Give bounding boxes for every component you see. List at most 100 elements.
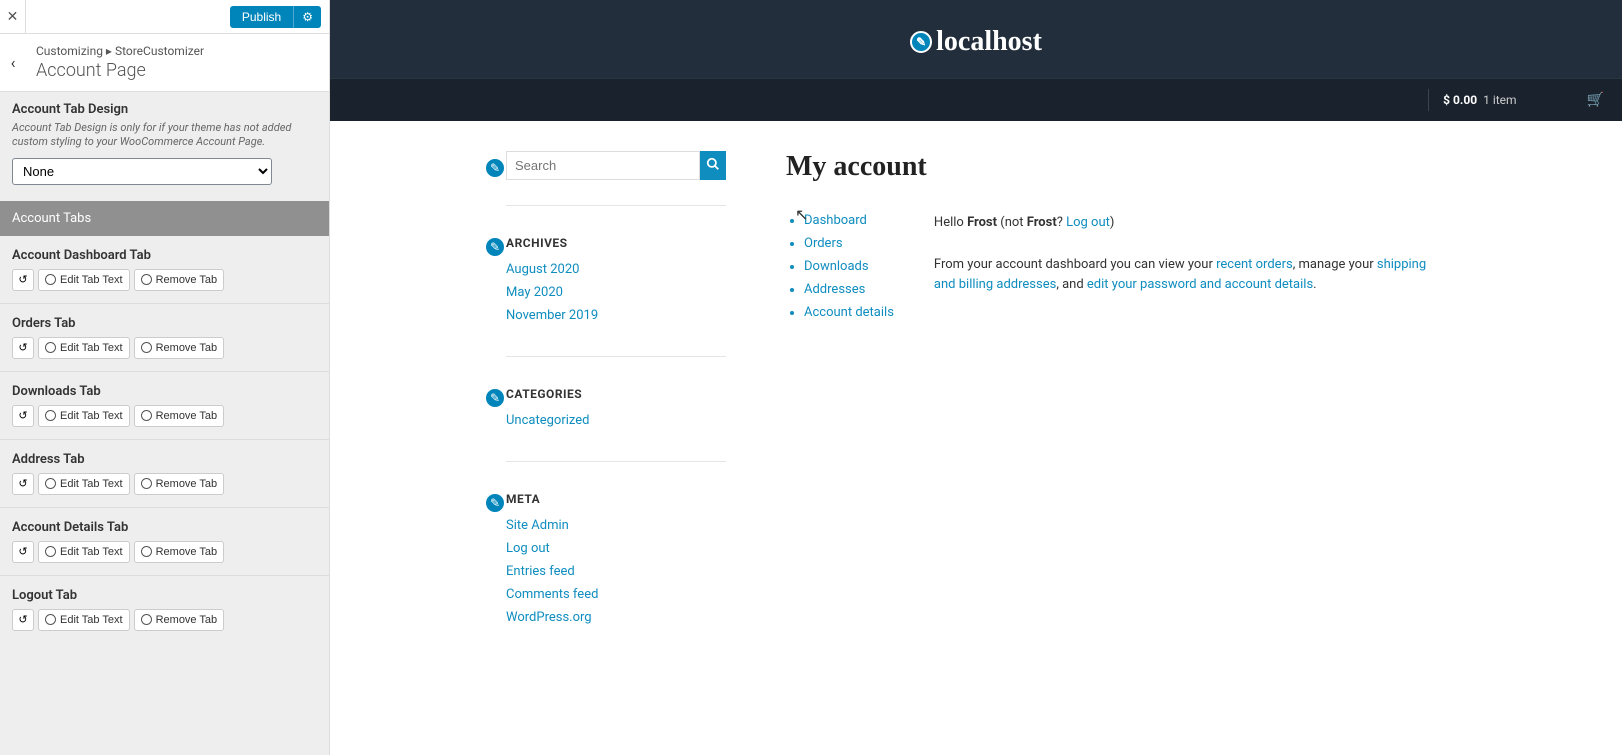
list-item: Uncategorized <box>506 413 726 428</box>
reset-button[interactable]: ↺ <box>12 473 34 495</box>
edit-tab-text-button[interactable]: Edit Tab Text <box>38 269 130 291</box>
list-item: November 2019 <box>506 308 726 323</box>
radio-icon <box>45 342 56 353</box>
reset-icon: ↺ <box>18 409 27 422</box>
tab-item: Orders Tab ↺ Edit Tab Text Remove Tab <box>0 304 329 372</box>
edit-account-link[interactable]: edit your password and account details <box>1087 277 1313 292</box>
account-tabs-header: Account Tabs <box>0 201 329 236</box>
account-nav-link[interactable]: Orders <box>804 236 843 251</box>
account-nav-link[interactable]: Account details <box>804 305 894 320</box>
edit-icon[interactable]: ✎ <box>484 157 506 179</box>
archives-widget: ✎ ARCHIVES August 2020May 2020November 2… <box>506 236 726 357</box>
reset-button[interactable]: ↺ <box>12 269 34 291</box>
publish-settings-button[interactable]: ⚙ <box>293 6 321 28</box>
meta-title: META <box>506 492 726 506</box>
remove-tab-button[interactable]: Remove Tab <box>134 541 225 563</box>
main-content: My account Dashboard Orders Downloads Addre… <box>786 151 1446 688</box>
reset-button[interactable]: ↺ <box>12 405 34 427</box>
publish-button[interactable]: Publish <box>230 6 293 28</box>
account-dashboard-content: Hello Frost (not Frost? Log out) From yo… <box>934 213 1446 328</box>
edit-icon[interactable]: ✎ <box>910 31 932 53</box>
meta-link[interactable]: Site Admin <box>506 518 569 533</box>
reset-button[interactable]: ↺ <box>12 337 34 359</box>
tab-label: Downloads Tab <box>12 384 317 399</box>
search-widget: ✎ <box>506 151 726 206</box>
tab-label: Orders Tab <box>12 316 317 331</box>
logout-link[interactable]: Log out <box>1066 215 1110 230</box>
categories-widget: ✎ CATEGORIES Uncategorized <box>506 387 726 462</box>
remove-tab-button[interactable]: Remove Tab <box>134 337 225 359</box>
remove-tab-button[interactable]: Remove Tab <box>134 269 225 291</box>
archives-title: ARCHIVES <box>506 236 726 250</box>
cart-bar: $ 0.00 1 item 🛒 <box>330 78 1622 121</box>
radio-icon <box>141 410 152 421</box>
account-nav-link[interactable]: Downloads <box>804 259 869 274</box>
edit-icon[interactable]: ✎ <box>484 387 506 409</box>
account-nav-link[interactable]: Dashboard <box>804 213 867 228</box>
archive-link[interactable]: August 2020 <box>506 262 579 277</box>
radio-icon <box>45 614 56 625</box>
reset-icon: ↺ <box>18 341 27 354</box>
tab-item: Account Details Tab ↺ Edit Tab Text Remo… <box>0 508 329 576</box>
site-header: ✎ localhost <box>330 0 1622 78</box>
cart-items[interactable]: 1 item <box>1483 93 1516 107</box>
sidebar-top-bar: ✕ Publish ⚙ <box>0 0 329 34</box>
category-link[interactable]: Uncategorized <box>506 413 589 428</box>
gear-icon: ⚙ <box>302 10 313 24</box>
meta-link[interactable]: Log out <box>506 541 550 556</box>
radio-icon <box>45 478 56 489</box>
edit-tab-text-button[interactable]: Edit Tab Text <box>38 405 130 427</box>
meta-link[interactable]: Comments feed <box>506 587 598 602</box>
account-nav: Dashboard Orders Downloads Addresses Account… <box>786 213 894 328</box>
radio-icon <box>45 274 56 285</box>
tab-label: Account Details Tab <box>12 520 317 535</box>
radio-icon <box>45 410 56 421</box>
sidebar-widgets: ✎ ✎ ARCHIVES August 2020May 2020November… <box>506 151 726 688</box>
remove-tab-button[interactable]: Remove Tab <box>134 609 225 631</box>
back-button[interactable]: ‹ <box>0 47 26 78</box>
meta-widget: ✎ META Site AdminLog outEntries feedComm… <box>506 492 726 658</box>
close-button[interactable]: ✕ <box>0 0 26 34</box>
search-button[interactable] <box>700 151 726 180</box>
search-input[interactable] <box>506 151 700 180</box>
recent-orders-link[interactable]: recent orders <box>1216 257 1293 272</box>
edit-tab-text-button[interactable]: Edit Tab Text <box>38 337 130 359</box>
reset-icon: ↺ <box>18 477 27 490</box>
reset-button[interactable]: ↺ <box>12 541 34 563</box>
list-item: Orders <box>804 236 894 251</box>
radio-icon <box>45 546 56 557</box>
my-account-heading: My account <box>786 151 1446 183</box>
edit-icon[interactable]: ✎ <box>484 236 506 258</box>
list-item: WordPress.org <box>506 610 726 625</box>
cart-icon[interactable]: 🛒 <box>1587 92 1604 108</box>
archive-link[interactable]: May 2020 <box>506 285 563 300</box>
meta-link[interactable]: Entries feed <box>506 564 575 579</box>
list-item: Addresses <box>804 282 894 297</box>
design-select[interactable]: None <box>12 158 272 185</box>
edit-tab-text-button[interactable]: Edit Tab Text <box>38 541 130 563</box>
tab-label: Logout Tab <box>12 588 317 603</box>
radio-icon <box>141 342 152 353</box>
list-item: Log out <box>506 541 726 556</box>
account-tab-design-section: Account Tab Design Account Tab Design is… <box>0 92 329 201</box>
reset-button[interactable]: ↺ <box>12 609 34 631</box>
tab-label: Account Dashboard Tab <box>12 248 317 263</box>
edit-tab-text-button[interactable]: Edit Tab Text <box>38 609 130 631</box>
site-title[interactable]: ✎ localhost <box>910 26 1042 58</box>
design-heading: Account Tab Design <box>12 102 317 117</box>
publish-group: Publish ⚙ <box>230 6 321 28</box>
remove-tab-button[interactable]: Remove Tab <box>134 473 225 495</box>
meta-link[interactable]: WordPress.org <box>506 610 592 625</box>
archive-link[interactable]: November 2019 <box>506 308 598 323</box>
reset-icon: ↺ <box>18 613 27 626</box>
account-nav-link[interactable]: Addresses <box>804 282 865 297</box>
chevron-left-icon: ‹ <box>11 53 16 72</box>
customizer-sidebar: ✕ Publish ⚙ ‹ Customizing ▸ StoreCustomi… <box>0 0 330 755</box>
edit-tab-text-button[interactable]: Edit Tab Text <box>38 473 130 495</box>
edit-icon[interactable]: ✎ <box>484 492 506 514</box>
remove-tab-button[interactable]: Remove Tab <box>134 405 225 427</box>
list-item: Site Admin <box>506 518 726 533</box>
list-item: Dashboard <box>804 213 894 228</box>
site-preview: ✎ localhost $ 0.00 1 item 🛒 ✎ <box>330 0 1622 755</box>
categories-title: CATEGORIES <box>506 387 726 401</box>
